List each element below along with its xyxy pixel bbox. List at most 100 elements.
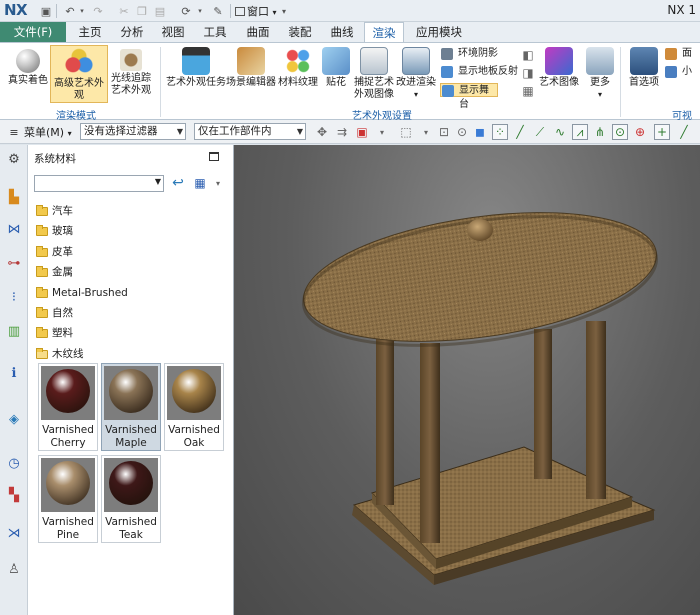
menu-button[interactable]: 菜单(M) ▾ [24,124,72,140]
render-option-icon[interactable]: ◧ [520,47,536,63]
tab-render[interactable]: 渲染 [364,22,404,42]
scene-editor-button[interactable]: 场景编辑器 [226,45,276,103]
dropdown-icon[interactable]: ▾ [374,124,390,140]
improve-render-button[interactable]: 改进渲染 ▾ [396,45,436,103]
material-tile-maple[interactable]: Varnished Maple [101,363,161,451]
maximize-icon[interactable] [209,152,219,161]
paste-icon[interactable]: ▤ [152,3,168,19]
customize-quick-access-icon[interactable]: ▾ [276,3,292,19]
select-icon[interactable]: ▣ [354,124,370,140]
deselect-icon[interactable]: ⊡ [436,124,452,140]
more-button[interactable]: 更多 ▾ [584,45,616,103]
constraint-navigator-icon[interactable]: ⊶ [4,253,24,273]
folder-item[interactable]: 塑料 [34,323,224,343]
tab-surface[interactable]: 曲面 [240,22,276,42]
cut-icon[interactable]: ✂ [116,3,132,19]
touch-mode-icon[interactable]: ✎ [210,3,226,19]
endpoint-icon[interactable]: ⟋ [532,124,548,140]
tab-file[interactable]: 文件(F) [0,22,66,42]
decal-button[interactable]: 贴花 [320,45,352,103]
raytrace-studio-button[interactable]: 光线追踪 艺术外观 [108,45,154,103]
back-arrow-icon[interactable]: ↩ [170,175,186,191]
selection-scope-select[interactable]: 仅在工作部件内 ▼ [194,123,306,140]
material-label-line1: Varnished [105,516,157,528]
center-point-icon[interactable]: ⊙ [612,124,628,140]
capture-studio-image-button[interactable]: 捕捉艺术 外观图像 [352,45,396,103]
advanced-studio-button[interactable]: 高级艺术外观 [50,45,108,103]
tab-assembly[interactable]: 装配 [282,22,318,42]
tab-application[interactable]: 应用模块 [410,22,468,42]
line-snap-icon[interactable]: ╱ [512,124,528,140]
save-icon[interactable]: ▣ [38,3,54,19]
folder-item[interactable]: 皮革 [34,242,224,262]
part-navigator-icon[interactable]: ▙ [4,187,24,207]
folder-item[interactable]: Metal-Brushed [34,283,224,303]
type-filter-select[interactable]: 没有选择过滤器 ▼ [80,123,186,140]
tab-analysis[interactable]: 分析 [114,22,150,42]
window-menu[interactable]: 窗口 ▾ [235,3,277,19]
existing-point-icon[interactable]: + [654,124,670,140]
dropdown-icon[interactable]: ▾ [418,124,434,140]
redo-icon[interactable]: ↷ [90,3,106,19]
clock-icon[interactable]: ◷ [4,453,24,473]
render-option-icon[interactable]: ◨ [520,65,536,81]
shaded-cube-icon[interactable]: ◼ [472,124,488,140]
repeat-dropdown-icon[interactable]: ▾ [192,3,208,19]
material-tile-oak[interactable]: Varnished Oak [164,363,224,451]
folder-item[interactable]: 金属 [34,262,224,282]
intersection-icon[interactable]: ⋔ [592,124,608,140]
folder-item[interactable]: 自然 [34,303,224,323]
true-shading-button[interactable]: 真实着色 [6,45,50,103]
folder-label: 金属 [52,266,73,279]
material-thumbnail [41,458,95,512]
folder-label: 自然 [52,306,73,319]
wireframe-icon[interactable]: ⊙ [454,124,470,140]
reuse-library-icon[interactable]: ⁝ [4,287,24,307]
material-filter-select[interactable]: ▼ [34,175,164,192]
raytrace-label-line2: 艺术外观 [111,85,151,96]
material-tile-pine[interactable]: Varnished Pine [38,455,98,543]
point-on-curve-icon[interactable]: ╱ [676,124,692,140]
web-browser-icon[interactable]: ℹ [4,363,24,383]
folder-item-open[interactable]: 木纹线 [34,344,224,364]
view-mode-icon[interactable]: ▦ [192,175,208,191]
history-icon[interactable]: ◈ [4,409,24,429]
process-studio-icon[interactable]: ⋊ [4,523,24,543]
gear-icon[interactable]: ⚙ [4,149,24,169]
midpoint-icon[interactable]: ⩘ [572,124,588,140]
snap-point-icon[interactable]: ⁘ [492,124,508,140]
tab-view[interactable]: 视图 [155,22,191,42]
color-palette-icon[interactable]: ▚ [4,485,24,505]
snap-icon[interactable]: ⇉ [334,124,350,140]
folder-item[interactable]: 玻璃 [34,221,224,241]
material-tile-teak[interactable]: Varnished Teak [101,455,161,543]
plane-analysis-button[interactable]: 小平 [664,65,700,79]
graphics-window[interactable] [234,145,700,615]
undo-dropdown-icon[interactable]: ▾ [74,3,90,19]
art-image-button[interactable]: 艺术图像 [538,45,580,103]
snap-icon[interactable]: ✥ [314,124,330,140]
preferences-button[interactable]: 首选项 [624,45,664,103]
quadrant-icon[interactable]: ⊕ [632,124,648,140]
face-analysis-button[interactable]: 面的 [664,47,700,61]
show-stage-button[interactable]: 显示舞台 [440,83,498,110]
marquee-icon[interactable]: ⬚ [398,124,414,140]
ambient-shadow-button[interactable]: 环境阴影 [440,47,522,61]
material-tile-cherry[interactable]: Varnished Cherry [38,363,98,451]
view-mode-dropdown-icon[interactable]: ▾ [210,175,226,191]
material-texture-button[interactable]: 材料纹理 [276,45,320,103]
studio-task-button[interactable]: 艺术外观任务 [166,45,226,103]
assembly-navigator-icon[interactable]: ⋈ [4,219,24,239]
render-option-icon[interactable]: ▦ [520,83,536,99]
copy-icon[interactable]: ❐ [134,3,150,19]
preferences-icon [630,47,658,75]
tab-curve[interactable]: 曲线 [324,22,360,42]
roles-icon[interactable]: ♙ [4,559,24,579]
system-materials-icon[interactable]: ▥ [4,321,24,341]
floor-reflection-icon [441,66,453,78]
tab-tools[interactable]: 工具 [197,22,233,42]
curve-snap-icon[interactable]: ∿ [552,124,568,140]
folder-item[interactable]: 汽车 [34,201,224,221]
floor-reflection-button[interactable]: 显示地板反射 [440,65,522,79]
tab-home[interactable]: 主页 [72,22,108,42]
